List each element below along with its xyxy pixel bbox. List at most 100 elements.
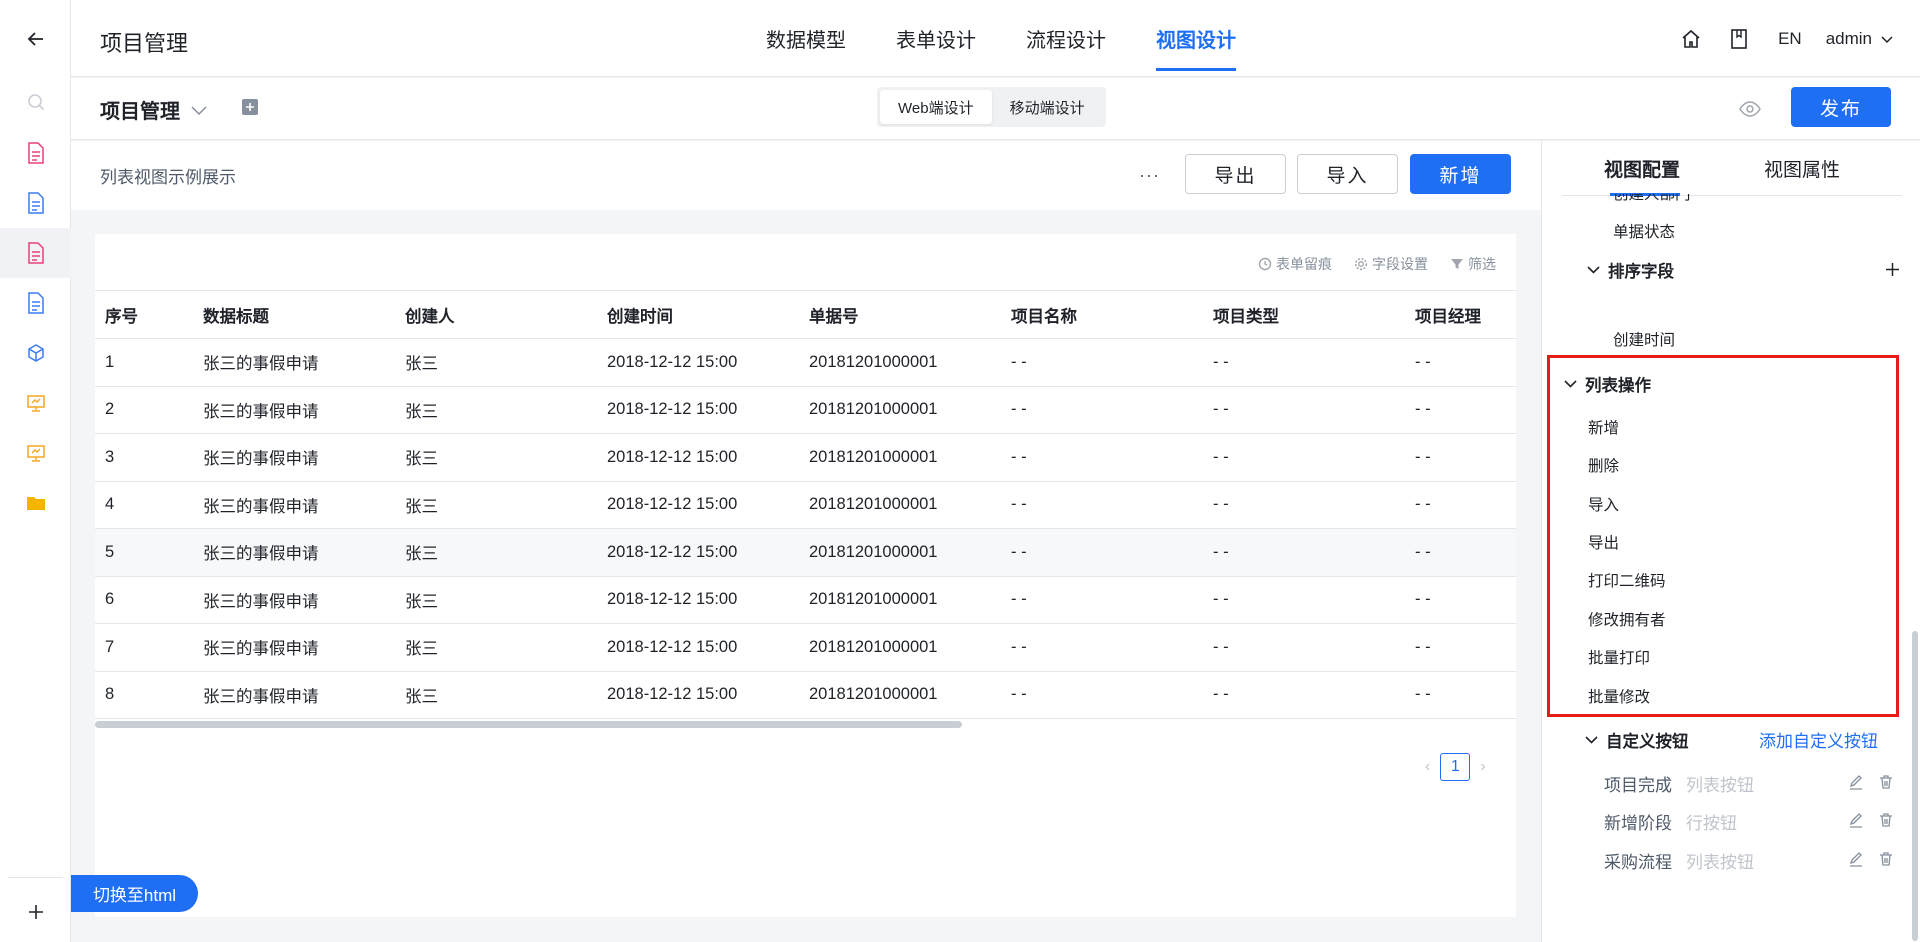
edit-icon[interactable]: [1848, 851, 1864, 872]
table-cell: 20181201000001: [809, 495, 938, 514]
list-op-item[interactable]: 修改拥有者: [1588, 608, 1666, 630]
rail-item-form-2[interactable]: [0, 178, 71, 228]
view-toolbar: 项目管理 Web端设计 移动端设计 发布: [71, 78, 1920, 140]
table-cell: 6: [105, 590, 115, 609]
rail-add-button[interactable]: [0, 888, 71, 936]
rail-item-form-4[interactable]: [0, 278, 71, 328]
field-item-cut[interactable]: 创建人部门: [1613, 194, 1691, 204]
pagination: ‹ 1 ›: [1425, 753, 1486, 781]
table-row[interactable]: 6 张三的事假申请 张三 2018-12-12 15:00 20181201000001…: [95, 577, 1516, 624]
table-cell: - -: [1213, 542, 1229, 561]
column-header[interactable]: 数据标题: [193, 303, 395, 327]
user-name: admin: [1825, 28, 1872, 48]
table-cell: 张三的事假申请: [203, 640, 319, 659]
rail-item-folder[interactable]: [0, 478, 71, 528]
user-menu[interactable]: admin: [1826, 29, 1894, 49]
table-row[interactable]: 1 张三的事假申请 张三 2018-12-12 15:00 20181201000001…: [95, 339, 1516, 387]
add-button[interactable]: 新增: [1410, 154, 1511, 194]
rail-search[interactable]: [0, 77, 71, 127]
column-header[interactable]: 创建时间: [597, 303, 799, 327]
preview-eye-icon[interactable]: [1737, 96, 1763, 122]
table-cell: 张三: [405, 450, 438, 469]
import-button[interactable]: 导入: [1297, 154, 1398, 194]
page-number[interactable]: 1: [1440, 753, 1471, 781]
list-ops-section-header[interactable]: 列表操作: [1564, 372, 1651, 396]
config-panel: 视图配置 视图属性 创建人部门 单据状态 排序字段 创建时间 列表操作 新增 删…: [1541, 141, 1920, 942]
table-row[interactable]: 5 张三的事假申请 张三 2018-12-12 15:00 20181201000001…: [95, 529, 1516, 577]
language-switch[interactable]: EN: [1778, 29, 1802, 49]
table-row[interactable]: 2 张三的事假申请 张三 2018-12-12 15:00 20181201000001…: [95, 387, 1516, 434]
table-row[interactable]: 8 张三的事假申请 张三 2018-12-12 15:00 20181201000001…: [95, 672, 1516, 719]
export-button[interactable]: 导出: [1185, 154, 1286, 194]
more-actions-button[interactable]: ···: [1139, 165, 1160, 186]
table-cell: 张三的事假申请: [203, 402, 319, 421]
panel-tabs: 视图配置 视图属性: [1562, 141, 1902, 196]
column-header[interactable]: 创建人: [395, 303, 597, 327]
filter-tool[interactable]: 筛选: [1450, 254, 1496, 274]
rail-item-model[interactable]: [0, 328, 71, 378]
next-page-icon[interactable]: ›: [1480, 758, 1485, 776]
tab-data-model[interactable]: 数据模型: [754, 0, 858, 77]
back-button[interactable]: [0, 14, 71, 64]
column-header[interactable]: 单据号: [799, 303, 1001, 327]
add-sort-icon[interactable]: [1885, 262, 1900, 277]
panel-scrollbar[interactable]: [1912, 631, 1918, 941]
trash-icon[interactable]: [1878, 812, 1894, 833]
rail-item-report-1[interactable]: [0, 378, 71, 428]
trash-icon[interactable]: [1878, 851, 1894, 872]
tab-view-design[interactable]: 视图设计: [1144, 0, 1248, 77]
tab-form-design[interactable]: 表单设计: [884, 0, 988, 77]
add-view-icon[interactable]: [241, 98, 259, 116]
mobile-design-option[interactable]: 移动端设计: [992, 90, 1103, 124]
field-item-status[interactable]: 单据状态: [1613, 220, 1675, 242]
custom-buttons-section-title: 自定义按钮: [1606, 733, 1689, 751]
publish-button[interactable]: 发布: [1791, 87, 1891, 127]
view-title: 列表视图示例展示: [100, 168, 236, 187]
sort-item[interactable]: 创建时间: [1613, 328, 1675, 350]
rail-item-form-3[interactable]: [0, 228, 71, 278]
table-row[interactable]: 7 张三的事假申请 张三 2018-12-12 15:00 20181201000001…: [95, 624, 1516, 672]
horizontal-scrollbar[interactable]: [95, 721, 962, 728]
table-cell: 2018-12-12 15:00: [607, 400, 738, 419]
view-selector[interactable]: 项目管理: [100, 95, 208, 124]
docs-button[interactable]: [1720, 20, 1758, 58]
prev-page-icon[interactable]: ‹: [1425, 758, 1430, 776]
form-trace-tool[interactable]: 表单留痕: [1258, 254, 1332, 274]
column-header[interactable]: 项目名称: [1001, 303, 1203, 327]
table-cell: - -: [1415, 447, 1431, 466]
rail-item-report-2[interactable]: [0, 428, 71, 478]
edit-icon[interactable]: [1848, 774, 1864, 795]
list-op-item[interactable]: 导出: [1588, 531, 1619, 553]
field-settings-tool[interactable]: 字段设置: [1354, 254, 1428, 274]
column-header[interactable]: 序号: [95, 303, 193, 327]
table-cell: - -: [1011, 447, 1027, 466]
list-op-item[interactable]: 批量打印: [1588, 646, 1650, 668]
tab-view-properties[interactable]: 视图属性: [1722, 141, 1882, 196]
table-cell: 张三的事假申请: [203, 355, 319, 374]
edit-icon[interactable]: [1848, 812, 1864, 833]
column-header[interactable]: 项目类型: [1203, 303, 1405, 327]
table-cell: - -: [1011, 637, 1027, 656]
tab-flow-design[interactable]: 流程设计: [1014, 0, 1118, 77]
web-design-option[interactable]: Web端设计: [880, 90, 992, 124]
chevron-down-icon: [191, 105, 207, 115]
rail-item-form-1[interactable]: [0, 128, 71, 178]
list-op-item[interactable]: 新增: [1588, 416, 1619, 438]
main-tabs: 数据模型 表单设计 流程设计 视图设计: [754, 0, 1274, 77]
list-op-item[interactable]: 批量修改: [1588, 685, 1650, 707]
app-title: 项目管理: [100, 31, 189, 56]
list-op-item[interactable]: 删除: [1588, 454, 1619, 476]
list-op-item[interactable]: 导入: [1588, 493, 1619, 515]
switch-to-html-button[interactable]: 切换至html: [71, 875, 198, 912]
table-cell: 张三: [405, 497, 438, 516]
tab-view-config[interactable]: 视图配置: [1562, 141, 1722, 196]
table-row[interactable]: 3 张三的事假申请 张三 2018-12-12 15:00 20181201000001…: [95, 434, 1516, 482]
list-op-item[interactable]: 打印二维码: [1588, 569, 1666, 591]
home-button[interactable]: [1672, 20, 1710, 58]
add-custom-button-link[interactable]: 添加自定义按钮: [1759, 727, 1878, 752]
custom-buttons-section-header[interactable]: 自定义按钮: [1585, 728, 1689, 752]
table-row[interactable]: 4 张三的事假申请 张三 2018-12-12 15:00 20181201000001…: [95, 482, 1516, 529]
sort-section-header[interactable]: 排序字段: [1587, 258, 1674, 282]
trash-icon[interactable]: [1878, 774, 1894, 795]
column-header[interactable]: 项目经理: [1405, 303, 1516, 327]
